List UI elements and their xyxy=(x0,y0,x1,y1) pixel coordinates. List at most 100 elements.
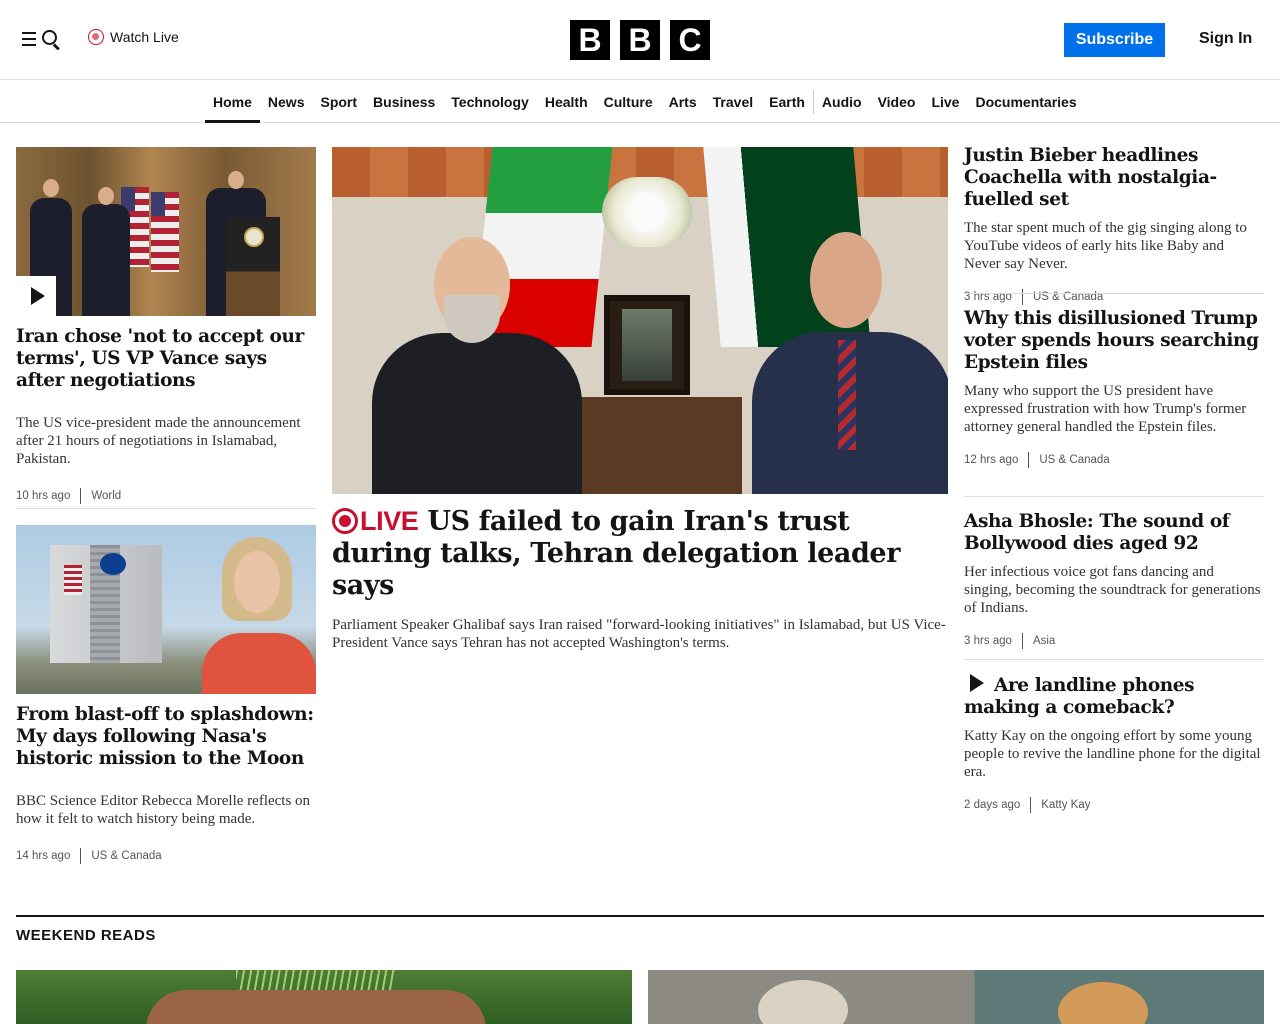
flag-image xyxy=(151,192,179,272)
top-header: Watch Live B B C Subscribe Sign In xyxy=(0,0,1280,80)
nav-item-sport[interactable]: Sport xyxy=(312,80,365,123)
nav-item-news[interactable]: News xyxy=(260,80,313,123)
story-summary: The US vice-president made the announcem… xyxy=(16,415,301,467)
story-headline[interactable]: Iran chose 'not to accept our terms', US… xyxy=(16,326,316,392)
nav-item-arts[interactable]: Arts xyxy=(661,80,705,123)
story-divider xyxy=(964,293,1264,294)
story-time: 12 hrs ago xyxy=(964,454,1019,466)
meta-divider xyxy=(1028,452,1030,468)
story-topic[interactable]: Asia xyxy=(1033,635,1055,647)
story-image-vance[interactable] xyxy=(16,147,316,316)
main-story-card: LIVE US failed to gain Iran's trust duri… xyxy=(332,505,948,652)
story-headline[interactable]: Asha Bhosle: The sound of Bollywood dies… xyxy=(964,511,1264,555)
meta-divider xyxy=(1030,797,1032,813)
story-meta: 14 hrs ago US & Canada xyxy=(16,848,316,864)
story-summary: The star spent much of the gig singing a… xyxy=(964,220,1247,272)
story-topic[interactable]: US & Canada xyxy=(1039,454,1109,466)
story-time: 14 hrs ago xyxy=(16,850,71,862)
nav-item-home[interactable]: Home xyxy=(205,80,260,123)
person-head xyxy=(43,179,59,197)
story-meta: 12 hrs ago US & Canada xyxy=(964,452,1264,468)
nav-item-video[interactable]: Video xyxy=(870,80,924,123)
hands-image xyxy=(146,990,486,1024)
menu-icon xyxy=(22,32,36,34)
main-headline-text: US failed to gain Iran's trust during ta… xyxy=(332,506,901,601)
story-headline[interactable]: Are landline phones making a comeback? xyxy=(964,674,1264,719)
story-meta: 2 days ago Katty Kay xyxy=(964,797,1264,813)
story-time: 2 days ago xyxy=(964,799,1021,811)
play-icon xyxy=(970,674,984,692)
section-divider xyxy=(16,915,1264,917)
person-head xyxy=(810,232,882,328)
story-topic[interactable]: US & Canada xyxy=(91,850,161,862)
weekend-story-image[interactable] xyxy=(648,970,1264,1024)
nav-item-live[interactable]: Live xyxy=(923,80,967,123)
flag-image xyxy=(64,565,82,595)
meta-divider xyxy=(80,848,82,864)
story-summary: Many who support the US president have e… xyxy=(964,383,1247,435)
nav-item-audio[interactable]: Audio xyxy=(814,80,870,123)
live-label: LIVE xyxy=(360,506,419,536)
story-summary: Katty Kay on the ongoing effort by some … xyxy=(964,728,1261,780)
story-meta: 3 hrs ago US & Canada xyxy=(964,289,1264,305)
story-image-nasa[interactable] xyxy=(16,525,316,694)
person-head xyxy=(234,551,280,613)
bbc-logo[interactable]: B B C xyxy=(570,20,710,60)
live-dot-icon xyxy=(88,29,104,45)
nasa-logo-image xyxy=(100,553,126,575)
story-divider xyxy=(964,496,1264,497)
story-card: Why this disillusioned Trump voter spend… xyxy=(964,308,1264,468)
logo-letter: B xyxy=(620,20,660,60)
portrait-image xyxy=(758,980,848,1024)
person-figure xyxy=(82,204,130,316)
sign-in-button[interactable]: Sign In xyxy=(1199,30,1252,48)
portrait-image xyxy=(1058,982,1148,1024)
nav-item-travel[interactable]: Travel xyxy=(705,80,761,123)
story-topic[interactable]: World xyxy=(91,490,121,502)
story-meta: 3 hrs ago Asia xyxy=(964,633,1264,649)
nav-item-business[interactable]: Business xyxy=(365,80,443,123)
person-tie xyxy=(838,340,856,450)
nav-item-earth[interactable]: Earth xyxy=(761,80,813,123)
story-summary: Her infectious voice got fans dancing an… xyxy=(964,564,1261,616)
play-video-button[interactable] xyxy=(16,276,56,316)
section-title: WEEKEND READS xyxy=(16,927,156,944)
weekend-story-image[interactable] xyxy=(16,970,632,1024)
story-time: 10 hrs ago xyxy=(16,490,71,502)
person-body xyxy=(372,333,582,494)
logo-letter: B xyxy=(570,20,610,60)
story-summary: BBC Science Editor Rebecca Morelle refle… xyxy=(16,793,311,827)
person-head xyxy=(98,187,114,205)
flowers-image xyxy=(602,177,692,247)
story-card: Are landline phones making a comeback? K… xyxy=(964,674,1264,813)
meta-divider xyxy=(80,488,82,504)
portrait-frame-image xyxy=(604,295,690,395)
story-topic[interactable]: Katty Kay xyxy=(1041,799,1090,811)
story-divider xyxy=(964,659,1264,660)
story-headline[interactable]: Justin Bieber headlines Coachella with n… xyxy=(964,145,1264,211)
watch-live-link[interactable]: Watch Live xyxy=(88,29,179,45)
nav-item-technology[interactable]: Technology xyxy=(443,80,537,123)
nav-item-documentaries[interactable]: Documentaries xyxy=(967,80,1084,123)
person-figure xyxy=(752,232,948,494)
story-headline[interactable]: From blast-off to splashdown: My days fo… xyxy=(16,704,316,770)
main-nav: Home News Sport Business Technology Heal… xyxy=(0,80,1280,123)
person-figure xyxy=(202,537,316,694)
watch-live-label: Watch Live xyxy=(110,29,179,45)
subscribe-button[interactable]: Subscribe xyxy=(1064,23,1165,57)
nav-item-culture[interactable]: Culture xyxy=(596,80,661,123)
person-body xyxy=(202,633,316,694)
story-card: Iran chose 'not to accept our terms', US… xyxy=(16,326,316,504)
story-headline[interactable]: Why this disillusioned Trump voter spend… xyxy=(964,308,1264,374)
main-story-image[interactable] xyxy=(332,147,948,494)
story-card: Asha Bhosle: The sound of Bollywood dies… xyxy=(964,511,1264,649)
menu-search-button[interactable] xyxy=(20,28,64,52)
live-icon xyxy=(332,508,358,534)
meta-divider xyxy=(1021,289,1023,305)
story-headline-text: Are landline phones making a comeback? xyxy=(964,675,1195,718)
main-story-headline[interactable]: LIVE US failed to gain Iran's trust duri… xyxy=(332,505,948,602)
nav-item-health[interactable]: Health xyxy=(537,80,596,123)
seal-image xyxy=(244,227,264,247)
story-divider xyxy=(16,508,316,509)
search-icon-handle xyxy=(53,43,60,51)
